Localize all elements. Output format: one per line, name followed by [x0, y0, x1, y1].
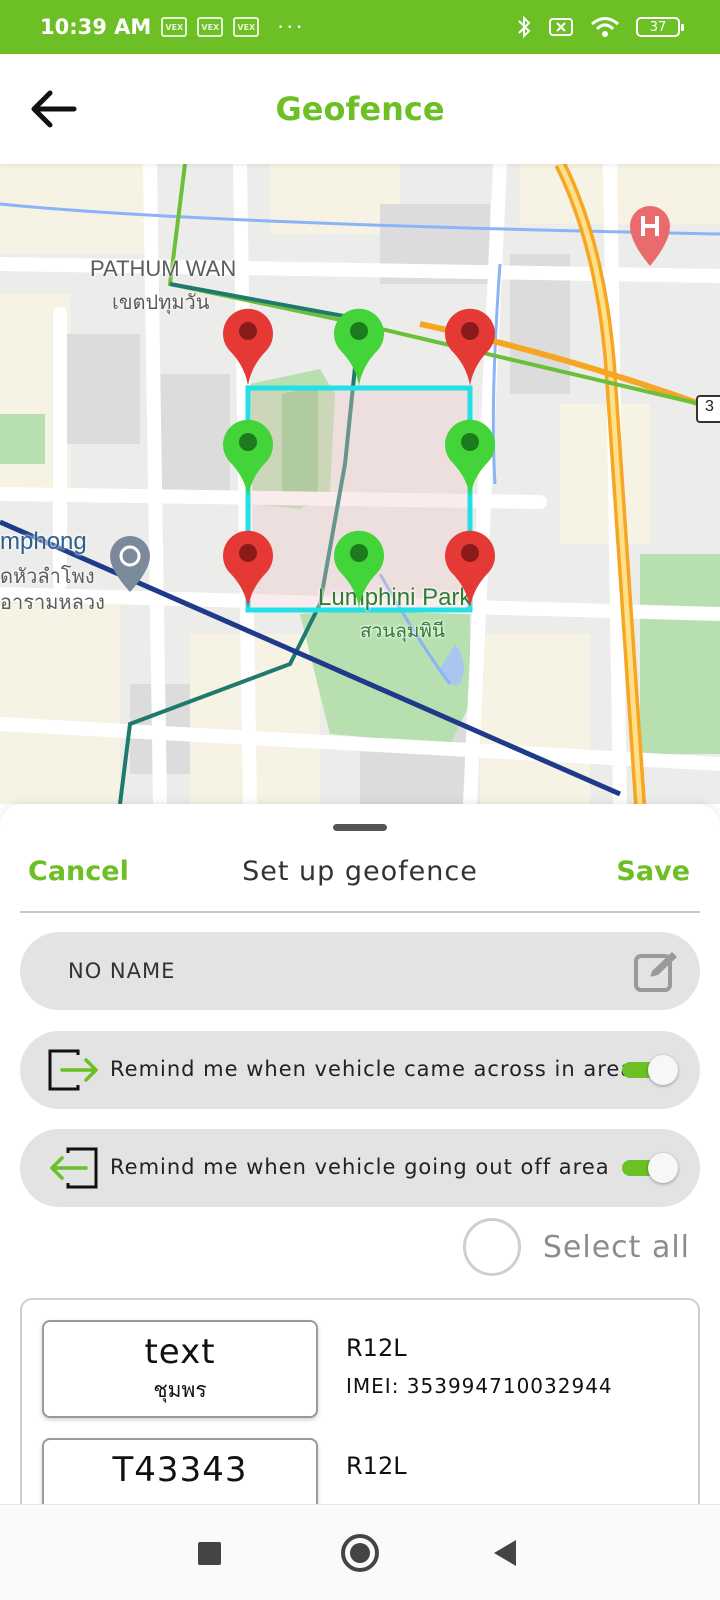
license-plate: text ชุมพร — [42, 1320, 318, 1418]
bluetooth-icon — [518, 15, 531, 39]
wifi-icon — [591, 17, 619, 37]
exit-area-icon — [50, 1147, 98, 1189]
page-title: Geofence — [275, 90, 445, 128]
mid-pin-icon[interactable] — [223, 419, 273, 497]
map-view[interactable]: PATHUM WAN เขตปทุมวัน mphong ัดหัวลำโพง … — [0, 164, 720, 804]
divider — [20, 911, 700, 913]
geofence-handles[interactable] — [0, 164, 720, 804]
sheet-header: Set up geofence Cancel Save — [0, 848, 720, 904]
system-nav-bar — [0, 1504, 720, 1600]
arrow-left-icon[interactable] — [28, 86, 78, 132]
vex-notification-icon: VEX — [233, 17, 260, 37]
geofence-name-field[interactable]: NO NAME — [20, 932, 700, 1010]
plate-number: text — [144, 1332, 216, 1372]
mid-pin-icon[interactable] — [445, 419, 495, 497]
cancel-button[interactable]: Cancel — [28, 856, 129, 887]
back-button[interactable] — [494, 1540, 516, 1566]
save-button[interactable]: Save — [616, 856, 690, 887]
more-notifications-icon: ··· — [277, 15, 306, 39]
corner-pin-icon[interactable] — [445, 308, 495, 386]
remind-enter-label: Remind me when vehicle came across in ar… — [110, 1057, 635, 1081]
vehicle-item[interactable]: T43343 R12L — [22, 1418, 698, 1504]
vex-notification-icon: VEX — [161, 17, 188, 37]
mid-pin-icon[interactable] — [334, 308, 384, 386]
battery-icon: 37 — [636, 17, 684, 37]
status-time: 10:39 AM — [40, 15, 152, 39]
geofence-setup-sheet: Set up geofence Cancel Save NO NAME Remi… — [0, 804, 720, 1504]
vehicle-item[interactable]: text ชุมพร R12L IMEI: 353994710032944 — [22, 1300, 698, 1418]
vex-notification-icon: VEX — [197, 17, 224, 37]
edit-icon[interactable] — [632, 948, 680, 996]
select-all-control[interactable]: Select all — [462, 1218, 690, 1276]
vehicle-list[interactable]: text ชุมพร R12L IMEI: 353994710032944 T4… — [20, 1298, 700, 1504]
remind-exit-label: Remind me when vehicle going out off are… — [110, 1155, 610, 1179]
select-all-label: Select all — [542, 1229, 690, 1265]
app-header: Geofence — [0, 54, 720, 164]
remind-exit-row[interactable]: Remind me when vehicle going out off are… — [20, 1129, 700, 1207]
recents-button[interactable] — [198, 1542, 221, 1565]
status-bar: 10:39 AM VEX VEX VEX ··· 37 — [0, 0, 720, 54]
corner-pin-icon[interactable] — [223, 530, 273, 608]
home-button[interactable] — [341, 1534, 379, 1572]
plate-province: ชุมพร — [153, 1378, 207, 1402]
vehicle-model: R12L — [346, 1452, 407, 1480]
vehicle-model: R12L — [346, 1334, 407, 1362]
status-icons: 37 — [516, 15, 684, 39]
select-all-radio[interactable] — [462, 1218, 521, 1276]
enter-area-icon — [48, 1049, 98, 1091]
plate-number: T43343 — [112, 1450, 248, 1490]
sheet-drag-handle[interactable] — [333, 824, 387, 831]
geofence-name-value: NO NAME — [68, 959, 176, 983]
vehicle-imei: IMEI: 353994710032944 — [346, 1374, 613, 1398]
corner-pin-icon[interactable] — [223, 308, 273, 386]
remind-enter-toggle[interactable] — [622, 1055, 678, 1085]
corner-pin-icon[interactable] — [445, 530, 495, 608]
license-plate: T43343 — [42, 1438, 318, 1504]
sim-off-icon — [549, 18, 573, 36]
remind-exit-toggle[interactable] — [622, 1153, 678, 1183]
remind-enter-row[interactable]: Remind me when vehicle came across in ar… — [20, 1031, 700, 1109]
mid-pin-icon[interactable] — [334, 530, 384, 608]
